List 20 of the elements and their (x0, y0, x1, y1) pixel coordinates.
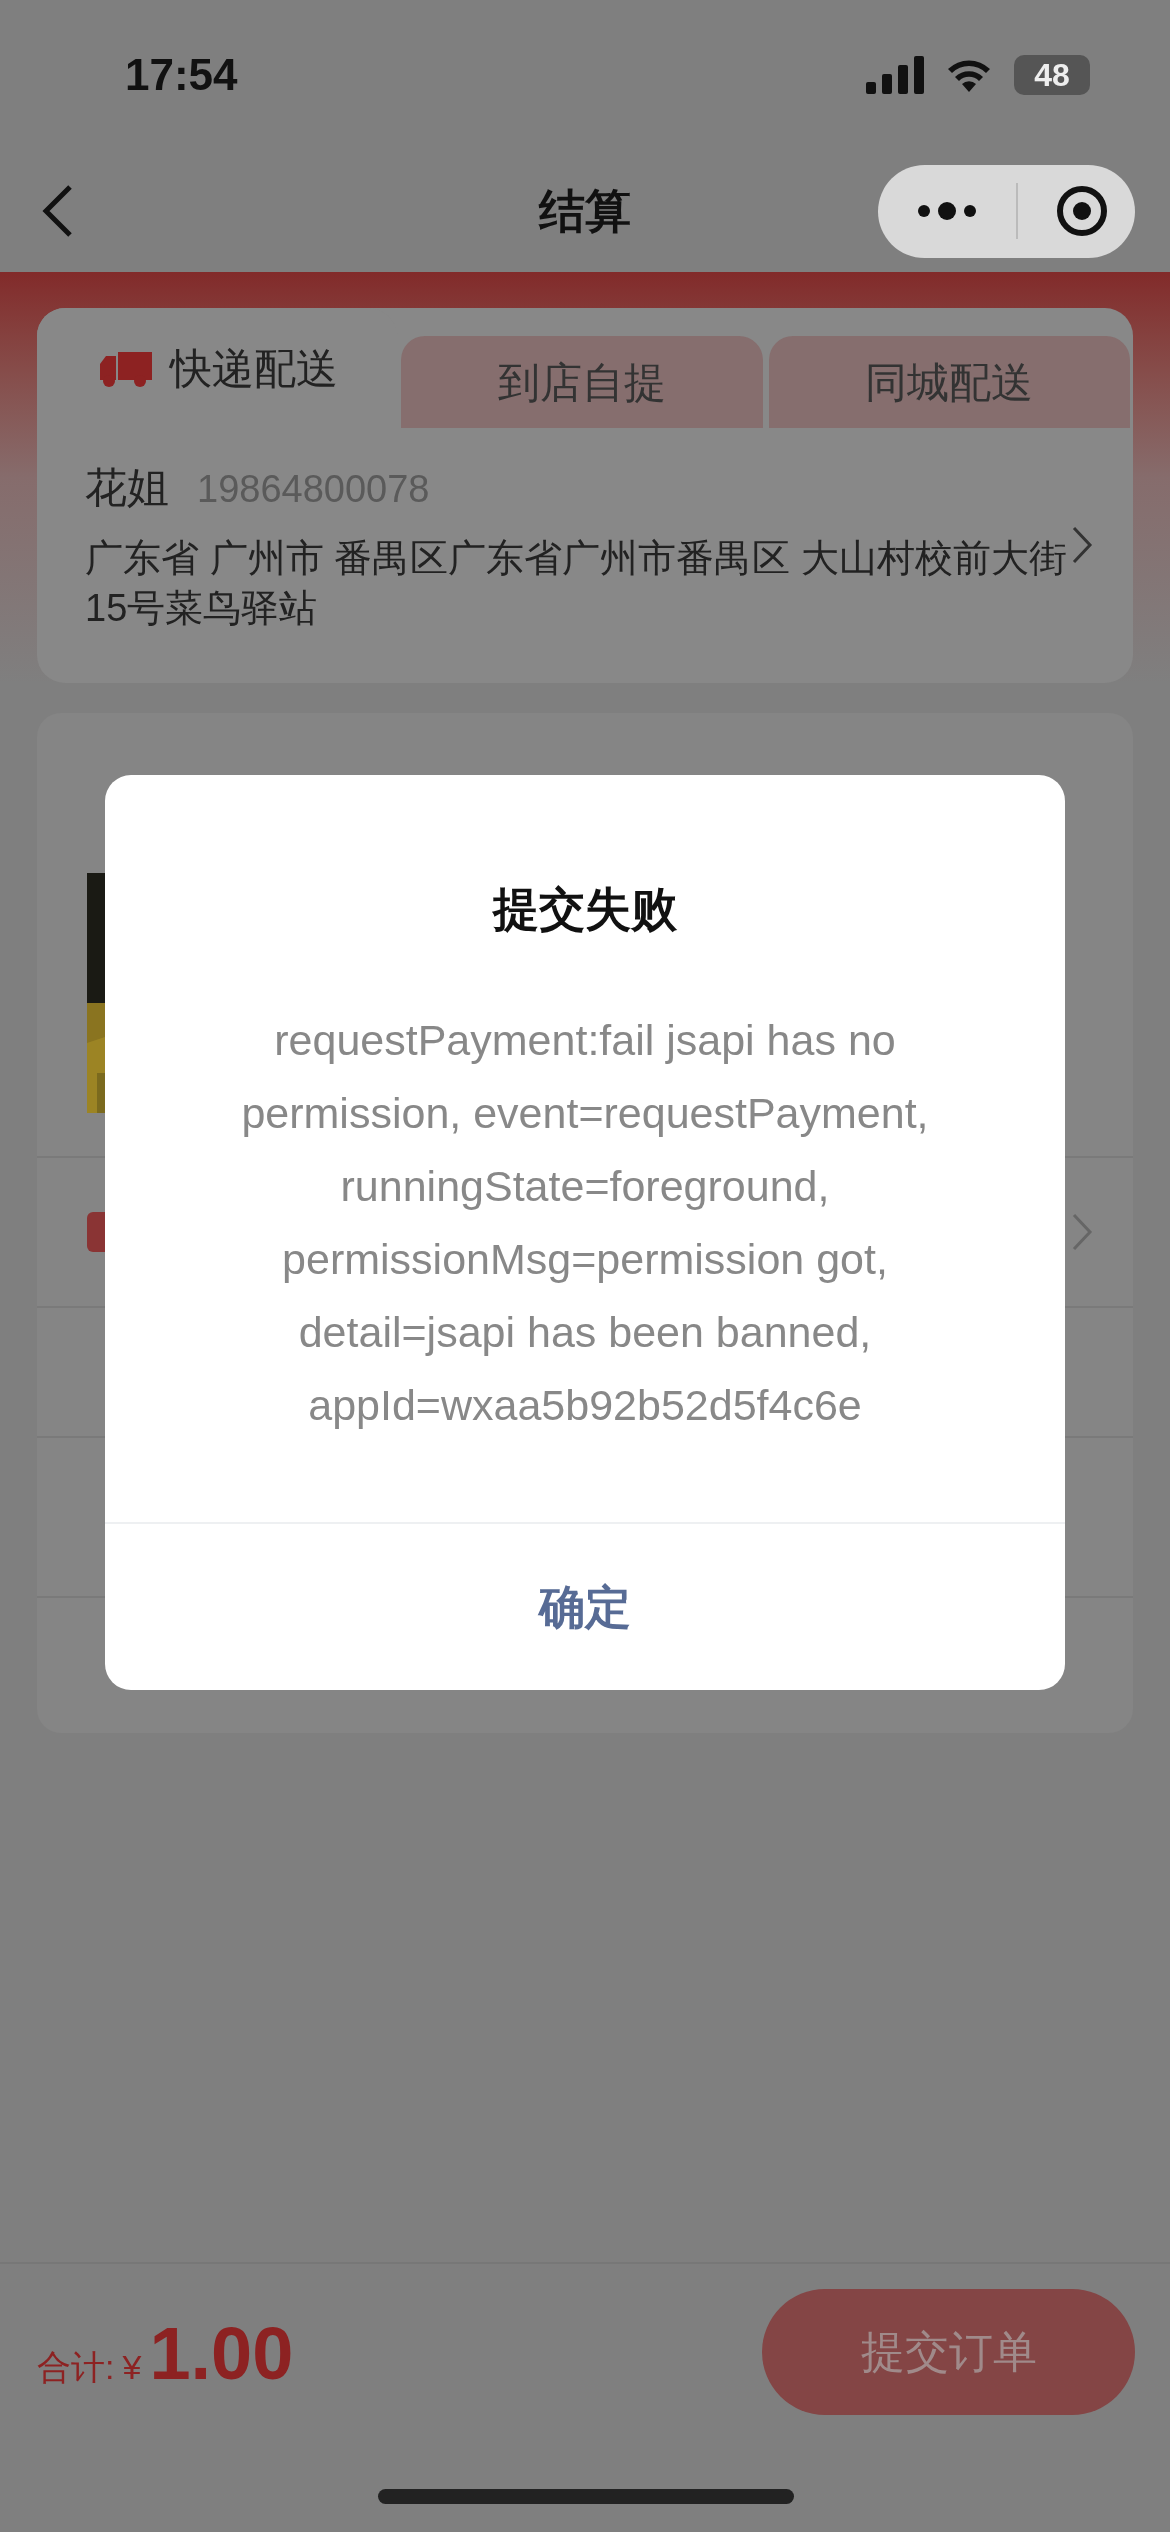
status-time: 17:54 (125, 49, 238, 101)
total-amount: 1.00 (149, 2317, 294, 2391)
back-icon[interactable] (40, 183, 74, 239)
battery-indicator: 48 (1014, 55, 1090, 95)
submit-order-button[interactable]: 提交订单 (762, 2289, 1135, 2415)
dialog-message: requestPayment:fail jsapi has no permission, event=requestPayment, runningState=foreground, permissionMsg=permission got, detail=jsapi has been banned, appId=wxaa5b92b52d5f4c6e (240, 1015, 930, 1431)
dialog-title: 提交失败 (493, 882, 677, 937)
delivery-tab[interactable]: 同城配送 (768, 336, 1130, 428)
total-label: 合计: (37, 2347, 115, 2388)
contact-name: 花姐 (85, 463, 169, 513)
close-icon[interactable] (1056, 185, 1108, 237)
wifi-icon (946, 58, 992, 92)
chevron-icon[interactable] (1071, 524, 1093, 565)
signal-icon (866, 56, 924, 94)
page-title: 结算 (539, 183, 631, 239)
address-text: 广东省 广州市 番禺区广东省广州市番禺区 大山村校前大街15号菜鸟驿站 (85, 536, 1068, 631)
currency-symbol: ¥ (122, 2347, 142, 2388)
confirm-button[interactable]: 确定 (105, 1524, 1065, 1690)
delivery-tab[interactable]: 到店自提 (401, 336, 763, 428)
more-icon[interactable] (916, 201, 978, 221)
